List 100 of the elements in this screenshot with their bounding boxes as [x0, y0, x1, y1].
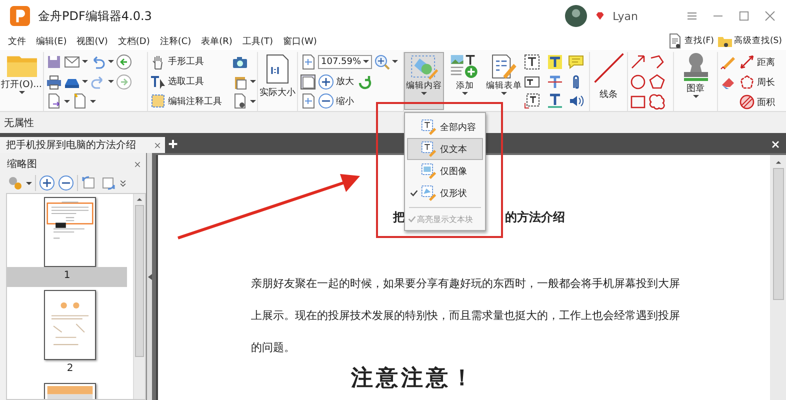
menu-item[interactable]: 文档(D) [114, 34, 156, 48]
minus-circle-icon[interactable] [58, 175, 74, 191]
ellipse-icon[interactable] [630, 74, 646, 90]
page-thumbnail[interactable] [44, 290, 96, 360]
actual-size-icon[interactable] [265, 54, 290, 84]
form-edit-icon[interactable] [489, 53, 519, 80]
rotate-right-icon[interactable] [100, 175, 116, 191]
pentagon-icon[interactable] [649, 74, 665, 90]
measure-button[interactable]: 周长 [757, 76, 775, 88]
text-box-icon[interactable] [524, 54, 540, 70]
save-icon[interactable] [46, 54, 62, 70]
dropdown-item[interactable]: 仅图像 [407, 160, 483, 182]
menu-item[interactable]: 文件 [4, 34, 32, 48]
hand-tool-button[interactable]: 手形工具 [168, 55, 204, 68]
caret-icon[interactable] [64, 100, 70, 103]
toolbar-button[interactable]: 添加 [444, 52, 486, 110]
strikethrough-text-icon[interactable] [547, 74, 563, 90]
fit-width-icon[interactable] [300, 54, 316, 70]
select-tool-button[interactable]: 选取工具 [168, 75, 204, 88]
scrollbar-thumb[interactable] [135, 205, 144, 357]
perimeter-icon[interactable] [739, 74, 755, 90]
line-tool-button[interactable]: 线条 [600, 88, 618, 101]
caret-icon[interactable] [18, 91, 24, 94]
close-icon[interactable] [764, 10, 776, 22]
text-field-icon[interactable] [524, 74, 540, 90]
toolbar-button[interactable]: 编辑内容 [404, 52, 444, 110]
scrollbar-thumb[interactable] [772, 168, 784, 300]
caret-icon[interactable] [421, 92, 427, 95]
stamp-button[interactable]: 图章 [686, 82, 704, 95]
add-tab-icon[interactable] [168, 139, 178, 149]
mail-icon[interactable] [64, 54, 80, 70]
toolbar-button[interactable]: 编辑表单 [486, 52, 522, 110]
dropdown-item[interactable]: 仅文本 [407, 138, 483, 160]
area-icon[interactable] [739, 94, 755, 110]
menu-item[interactable]: 工具(T) [238, 34, 279, 48]
fit-visible-icon[interactable] [300, 93, 316, 110]
zoom-out-button[interactable]: 缩小 [336, 94, 354, 108]
caret-icon[interactable] [108, 80, 114, 83]
page-number[interactable]: 2 [7, 360, 133, 380]
caret-icon[interactable] [692, 95, 698, 98]
menu-item[interactable]: 窗口(W) [278, 34, 323, 48]
arrow-icon[interactable] [630, 54, 646, 70]
document-find-icon[interactable] [232, 93, 248, 110]
add-content-icon[interactable] [450, 53, 480, 80]
avatar-icon[interactable] [564, 5, 587, 27]
distance-icon[interactable] [739, 54, 755, 70]
menu-item[interactable]: 注释(C) [156, 34, 198, 48]
measure-button[interactable]: 距离 [757, 56, 775, 68]
caret-icon[interactable] [26, 182, 32, 184]
dropdown-item[interactable]: 全部内容 [407, 116, 483, 138]
line-icon[interactable] [592, 52, 624, 84]
document-search-icon[interactable] [667, 33, 684, 49]
menu-icon[interactable] [686, 10, 698, 22]
dropdown-item[interactable]: 仅形状 [407, 182, 483, 204]
scroll-up-icon[interactable] [774, 159, 782, 165]
minus-circle-icon[interactable] [318, 93, 334, 110]
scroll-up-icon[interactable] [136, 196, 143, 202]
rotate-icon[interactable] [356, 74, 372, 90]
caret-icon[interactable] [250, 100, 256, 103]
cloud-icon[interactable] [649, 94, 665, 110]
caret-icon[interactable] [462, 92, 468, 95]
highlight-text-icon[interactable] [547, 54, 563, 70]
actual-size-button[interactable]: 实际大小 [260, 86, 296, 99]
caret-icon[interactable] [82, 60, 88, 64]
edit-annotation-button[interactable]: 编辑注释工具 [168, 94, 222, 108]
rectangle-icon[interactable] [630, 94, 646, 110]
open-button[interactable]: 打开(O)... [1, 78, 42, 91]
close-icon[interactable] [134, 160, 141, 168]
caret-icon[interactable] [501, 92, 507, 95]
menu-item[interactable]: 表单(R) [197, 34, 238, 48]
text-insert-icon[interactable] [524, 93, 540, 110]
zoom-in-button[interactable]: 放大 [336, 75, 354, 88]
zoom-select[interactable]: 107.59% [318, 54, 372, 69]
caret-icon[interactable] [363, 60, 370, 64]
pencil-icon[interactable] [720, 54, 736, 70]
caret-icon[interactable] [108, 60, 114, 64]
new-page-icon[interactable] [72, 93, 88, 110]
page-number[interactable]: 1 [7, 267, 127, 287]
document-export-icon[interactable] [46, 93, 62, 110]
menu-item[interactable]: 视图(V) [72, 34, 114, 48]
page-thumbnail[interactable] [44, 197, 96, 267]
caret-icon[interactable] [82, 80, 88, 83]
measure-button[interactable]: 面积 [757, 96, 775, 108]
search-button[interactable]: 高级查找(S) [734, 35, 782, 47]
search-button[interactable]: 查找(F) [684, 35, 714, 47]
fit-page-icon[interactable] [300, 74, 316, 90]
underline-text-icon[interactable] [547, 93, 563, 110]
caret-icon[interactable] [392, 60, 398, 64]
zoom-in-icon[interactable] [374, 54, 390, 70]
chevrons-down-icon[interactable] [119, 178, 127, 188]
plus-circle-icon[interactable] [318, 74, 334, 90]
rotate-left-icon[interactable] [81, 175, 97, 191]
user-name[interactable]: Lyan [612, 10, 638, 22]
caret-icon[interactable] [90, 100, 96, 103]
caret-icon[interactable] [250, 80, 256, 83]
maximize-icon[interactable] [738, 10, 750, 22]
document-tab[interactable]: 把手机投屏到电脑的方法介绍 [0, 137, 165, 153]
polyline-icon[interactable] [649, 54, 665, 70]
print-icon[interactable] [46, 74, 62, 90]
plus-circle-icon[interactable] [39, 175, 55, 191]
